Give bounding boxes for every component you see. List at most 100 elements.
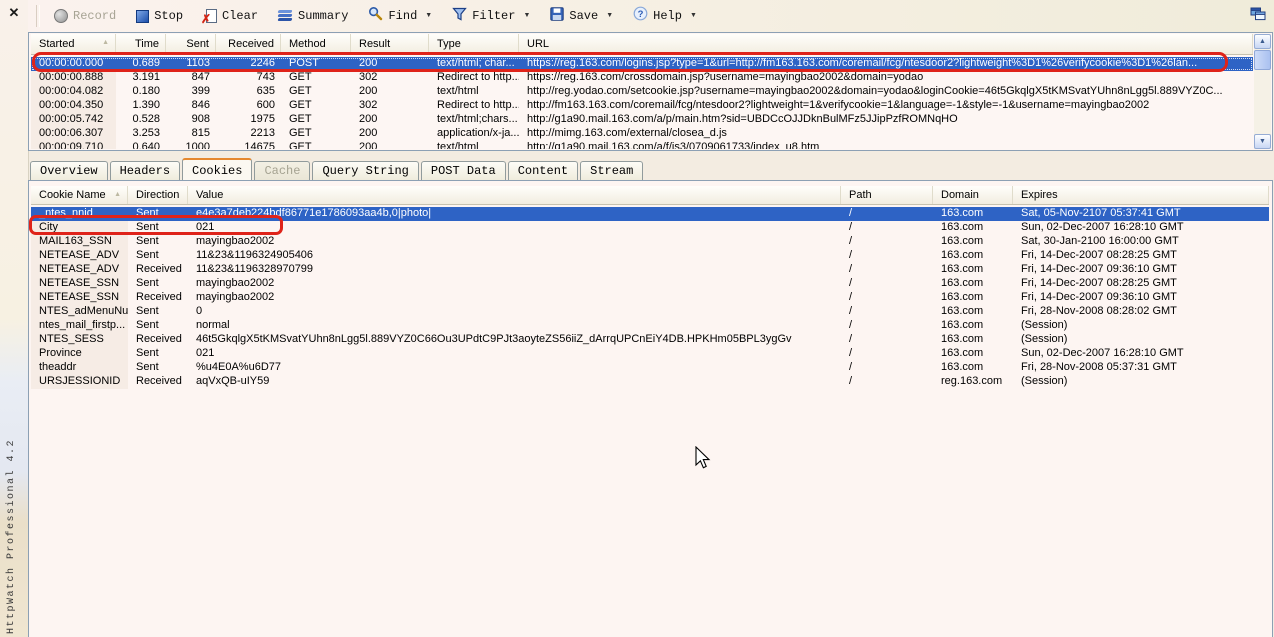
find-button-label: Find xyxy=(388,9,418,23)
request-row[interactable]: 00:00:00.888 3.191 847 743 GET 302 Redirect to… xyxy=(31,71,1253,85)
tab-cookies[interactable]: Cookies xyxy=(182,158,253,180)
record-button[interactable]: Record xyxy=(47,6,123,26)
cookie-row[interactable]: MAIL163_SSN Sent mayingbao2002 / 163.com Sat,… xyxy=(31,235,1269,249)
cookie-column-header-path[interactable]: Path xyxy=(841,186,933,204)
request-cell-result: 200 xyxy=(359,141,378,149)
cookie-cell-path: / xyxy=(849,347,853,359)
toolbar-separator xyxy=(36,5,40,27)
request-cell-started: 00:00:04.082 xyxy=(31,85,116,99)
tab-query-string[interactable]: Query String xyxy=(312,161,419,180)
cookie-cell-direction: Sent xyxy=(136,305,159,317)
request-column-header-type[interactable]: Type xyxy=(429,34,519,54)
request-column-header-time[interactable]: Time xyxy=(116,34,166,54)
request-cell-time: 0.180 xyxy=(132,85,160,97)
request-row[interactable]: 00:00:06.307 3.253 815 2213 GET 200 applicatio… xyxy=(31,127,1253,141)
cookie-cell-expires: (Session) xyxy=(1021,319,1068,331)
request-cell-type: text/html xyxy=(437,85,479,97)
cookie-cell-direction: Sent xyxy=(136,207,159,219)
request-column-header-method[interactable]: Method xyxy=(281,34,351,54)
cookie-cell-path: / xyxy=(849,207,853,219)
cookie-row[interactable]: NTES_adMenuNum Sent 0 / 163.com Fri, 28-Nov-2… xyxy=(31,305,1269,319)
tab-stream[interactable]: Stream xyxy=(580,161,644,180)
request-row[interactable]: 00:00:09.710 0.640 1000 14675 GET 200 text/htm… xyxy=(31,141,1253,149)
clear-button[interactable]: ✗ Clear xyxy=(196,6,265,26)
cookie-column-header-cookie-name[interactable]: Cookie Name ▲ xyxy=(31,186,128,204)
cookie-cell-value: 021 xyxy=(196,221,215,233)
help-dropdown-arrow-icon[interactable]: ▼ xyxy=(690,11,697,21)
request-column-header-sent[interactable]: Sent xyxy=(166,34,216,54)
cookie-cell-path: / xyxy=(849,361,853,373)
request-cell-received: 600 xyxy=(256,99,275,111)
cookie-row[interactable]: NTES_SESS Received 46t5GkqlgX5tKMSvatYUhn8… xyxy=(31,333,1269,347)
cookie-row[interactable]: _ntes_nnid Sent e4e3a7deb224bdf86771e17860… xyxy=(31,207,1269,221)
sort-ascending-icon: ▲ xyxy=(114,191,121,198)
tab-cache: Cache xyxy=(254,161,311,180)
request-cell-time: 1.390 xyxy=(132,99,160,111)
cookie-row[interactable]: NETEASE_SSN Received mayingbao2002 / 163.com… xyxy=(31,291,1269,305)
request-cell-result: 200 xyxy=(359,127,378,139)
request-column-header-received[interactable]: Received xyxy=(216,34,281,54)
cookie-row[interactable]: ntes_mail_firstp... Sent normal / 163.com (Se… xyxy=(31,319,1269,333)
scroll-thumb[interactable] xyxy=(1254,50,1271,70)
cookie-row[interactable]: Province Sent 021 / 163.com Sun, 02-Dec-2007 … xyxy=(31,347,1269,361)
request-row[interactable]: 00:00:04.082 0.180 399 635 GET 200 text/html ht… xyxy=(31,85,1253,99)
summary-layers-icon xyxy=(277,9,293,23)
request-row[interactable]: 00:00:05.742 0.528 908 1975 GET 200 text/html;… xyxy=(31,113,1253,127)
find-button[interactable]: Find ▼ xyxy=(361,3,439,29)
tab-content[interactable]: Content xyxy=(507,161,579,180)
cookie-cell-expires: (Session) xyxy=(1021,375,1068,387)
request-row[interactable]: 00:00:04.350 1.390 846 600 GET 302 Redirect to… xyxy=(31,99,1253,113)
cookie-row[interactable]: City Sent 021 / 163.com Sun, 02-Dec-2007 16:2… xyxy=(31,221,1269,235)
filter-dropdown-arrow-icon[interactable]: ▼ xyxy=(523,11,530,21)
overlapping-windows-icon[interactable] xyxy=(1250,7,1266,26)
tab-headers[interactable]: Headers xyxy=(109,161,181,180)
clear-button-label: Clear xyxy=(222,9,259,23)
cookie-cell-direction: Received xyxy=(136,263,182,275)
tab-post-data[interactable]: POST Data xyxy=(420,161,506,180)
cookie-column-header-domain[interactable]: Domain xyxy=(933,186,1013,204)
request-row[interactable]: 00:00:00.000 0.689 1103 2246 POST 200 text/htm… xyxy=(31,57,1253,71)
save-button[interactable]: Save ▼ xyxy=(543,4,620,29)
stop-square-icon xyxy=(136,9,150,23)
request-cell-method: GET xyxy=(289,113,312,125)
cookie-cell-domain: 163.com xyxy=(941,319,984,331)
close-button[interactable]: ✕ xyxy=(5,4,23,22)
request-cell-method: GET xyxy=(289,99,312,111)
cookie-cell-domain: 163.com xyxy=(941,361,984,373)
save-dropdown-arrow-icon[interactable]: ▼ xyxy=(606,11,613,21)
request-column-header-url[interactable]: URL xyxy=(519,34,1253,54)
cookie-cell-path: / xyxy=(849,249,853,261)
cookie-row[interactable]: NETEASE_SSN Sent mayingbao2002 / 163.com Fri,… xyxy=(31,277,1269,291)
cookie-cell-cookie-name: URSJESSIONID xyxy=(31,375,128,389)
cookie-cell-domain: 163.com xyxy=(941,305,984,317)
request-cell-url: http://mimg.163.com/external/closea_d.js xyxy=(527,127,727,139)
plugin-side-strip: ✕ HttpWatch Professional 4.2 xyxy=(0,0,29,637)
request-column-header-started[interactable]: Started ▲ xyxy=(31,34,116,54)
request-cell-type: text/html xyxy=(437,141,479,149)
cookies-grid: Cookie Name ▲ Direction Value Path Domain Expi… xyxy=(31,186,1269,389)
request-cell-sent: 815 xyxy=(191,127,210,139)
summary-button-label: Summary xyxy=(298,9,349,23)
cookie-row[interactable]: URSJESSIONID Received aqVxQB-uIY59 / reg.163… xyxy=(31,375,1269,389)
scroll-up-button[interactable]: ▲ xyxy=(1254,34,1271,49)
cookie-row[interactable]: NETEASE_ADV Sent 11&23&1196324905406 / 163.c… xyxy=(31,249,1269,263)
request-cell-sent: 908 xyxy=(191,113,210,125)
find-dropdown-arrow-icon[interactable]: ▼ xyxy=(425,11,432,21)
scroll-down-button[interactable]: ▼ xyxy=(1254,134,1271,149)
cookie-row[interactable]: theaddr Sent %u4E0A%u6D77 / 163.com Fri, 28-N… xyxy=(31,361,1269,375)
help-button[interactable]: ? Help ▼ xyxy=(626,3,704,29)
cookie-row[interactable]: NETEASE_ADV Received 11&23&1196328970799 / 1… xyxy=(31,263,1269,277)
requests-scrollbar[interactable]: ▲ ▼ xyxy=(1254,34,1271,149)
request-column-header-result[interactable]: Result xyxy=(351,34,429,54)
cookie-column-header-direction[interactable]: Direction xyxy=(128,186,188,204)
filter-button[interactable]: Filter ▼ xyxy=(445,4,537,29)
cookie-cell-domain: reg.163.com xyxy=(941,375,1003,387)
summary-button[interactable]: Summary xyxy=(271,6,355,26)
request-cell-method: GET xyxy=(289,85,312,97)
tab-overview[interactable]: Overview xyxy=(30,161,108,180)
cookie-column-header-value[interactable]: Value xyxy=(188,186,841,204)
cookie-column-header-expires[interactable]: Expires xyxy=(1013,186,1269,204)
request-cell-url: http://g1a90.mail.163.com/a/p/main.htm?s… xyxy=(527,113,958,125)
request-cell-type: text/html; char... xyxy=(437,57,515,69)
stop-button[interactable]: Stop xyxy=(129,6,190,26)
